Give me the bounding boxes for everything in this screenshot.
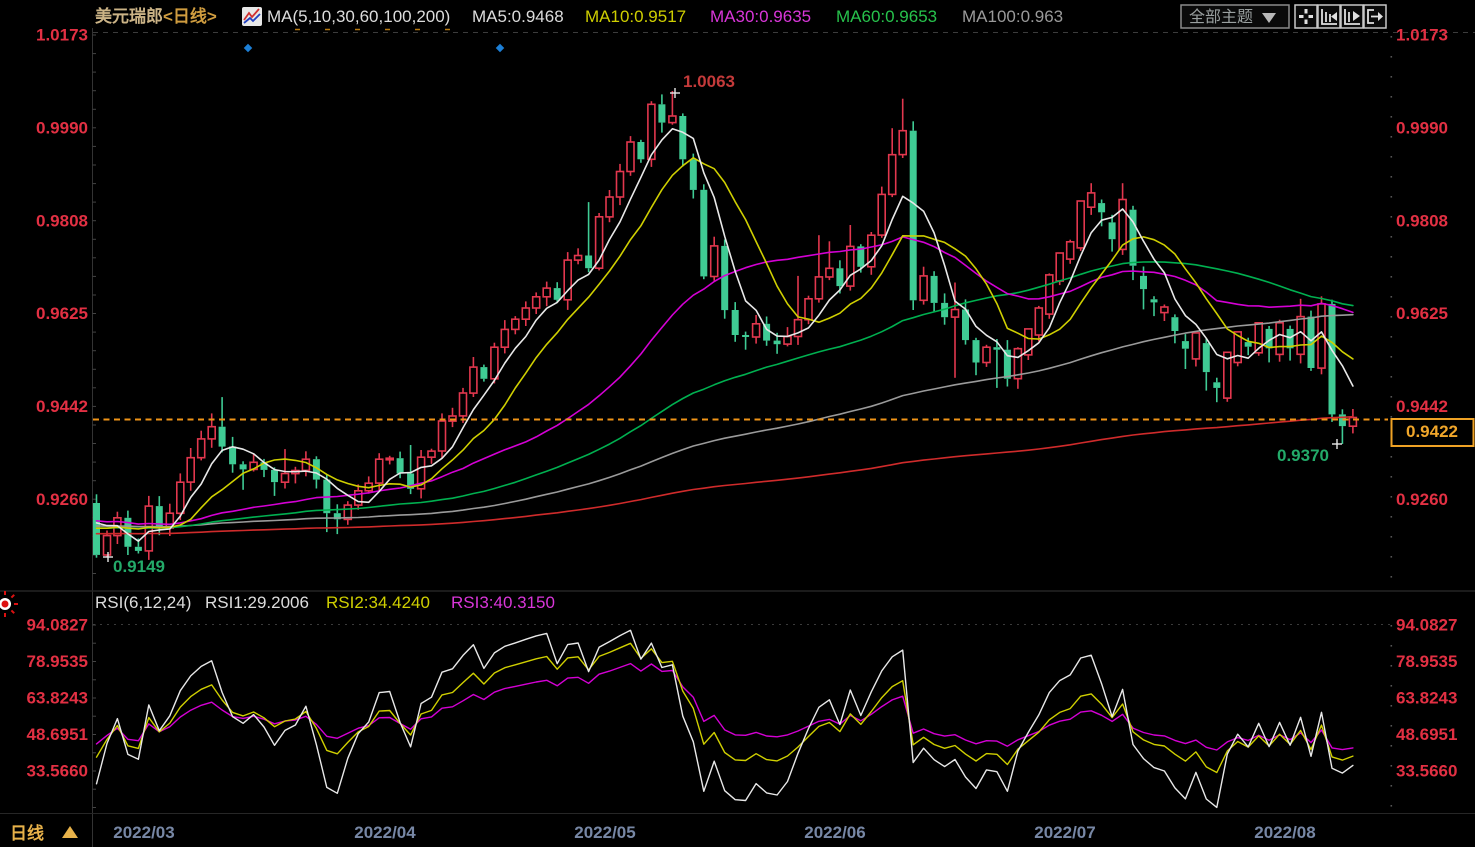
svg-text:0.9442: 0.9442 (1396, 397, 1448, 416)
svg-text:1.0173: 1.0173 (36, 26, 88, 45)
svg-text:MA100:0.963: MA100:0.963 (962, 7, 1063, 26)
svg-text:0.9370: 0.9370 (1277, 446, 1329, 465)
svg-text:MA10:0.9517: MA10:0.9517 (585, 7, 686, 26)
svg-text:0.9990: 0.9990 (36, 118, 88, 137)
svg-text:2022/04: 2022/04 (354, 823, 416, 842)
svg-text:1.0063: 1.0063 (683, 72, 735, 91)
svg-text:2022/06: 2022/06 (804, 823, 865, 842)
svg-text:33.5660: 33.5660 (1396, 762, 1457, 781)
svg-text:0.9260: 0.9260 (36, 490, 88, 509)
svg-text:78.9535: 78.9535 (1396, 652, 1457, 671)
svg-text:94.0827: 94.0827 (27, 616, 88, 635)
svg-text:2022/08: 2022/08 (1254, 823, 1315, 842)
svg-text:2022/05: 2022/05 (574, 823, 635, 842)
svg-text:1.0173: 1.0173 (1396, 26, 1448, 45)
svg-text:0.9625: 0.9625 (1396, 304, 1448, 323)
svg-text:MA(5,10,30,60,100,200): MA(5,10,30,60,100,200) (267, 7, 450, 26)
svg-text:MA5:0.9468: MA5:0.9468 (472, 7, 564, 26)
svg-text:63.8243: 63.8243 (1396, 689, 1457, 708)
svg-text:2022/07: 2022/07 (1034, 823, 1095, 842)
svg-text:33.5660: 33.5660 (27, 762, 88, 781)
svg-text:0.9260: 0.9260 (1396, 490, 1448, 509)
svg-text:RSI1:29.2006: RSI1:29.2006 (205, 593, 309, 612)
svg-text:RSI(6,12,24): RSI(6,12,24) (95, 593, 191, 612)
svg-text:48.6951: 48.6951 (27, 725, 88, 744)
svg-text:美元瑞郎<日线>: 美元瑞郎<日线> (95, 6, 217, 26)
svg-text:63.8243: 63.8243 (27, 689, 88, 708)
svg-text:78.9535: 78.9535 (27, 652, 88, 671)
svg-text:0.9442: 0.9442 (36, 397, 88, 416)
svg-text:48.6951: 48.6951 (1396, 725, 1457, 744)
svg-text:RSI3:40.3150: RSI3:40.3150 (451, 593, 555, 612)
svg-text:MA30:0.9635: MA30:0.9635 (710, 7, 811, 26)
svg-text:MA60:0.9653: MA60:0.9653 (836, 7, 937, 26)
svg-text:2022/03: 2022/03 (113, 823, 174, 842)
svg-text:0.9808: 0.9808 (36, 211, 88, 230)
svg-text:0.9422: 0.9422 (1406, 422, 1458, 441)
svg-text:RSI2:34.4240: RSI2:34.4240 (326, 593, 430, 612)
svg-text:94.0827: 94.0827 (1396, 616, 1457, 635)
svg-text:0.9625: 0.9625 (36, 304, 88, 323)
svg-text:0.9808: 0.9808 (1396, 211, 1448, 230)
svg-text:日线: 日线 (10, 823, 44, 843)
svg-text:0.9149: 0.9149 (113, 557, 165, 576)
svg-text:0.9990: 0.9990 (1396, 118, 1448, 137)
svg-text:全部主题: 全部主题 (1189, 8, 1253, 26)
